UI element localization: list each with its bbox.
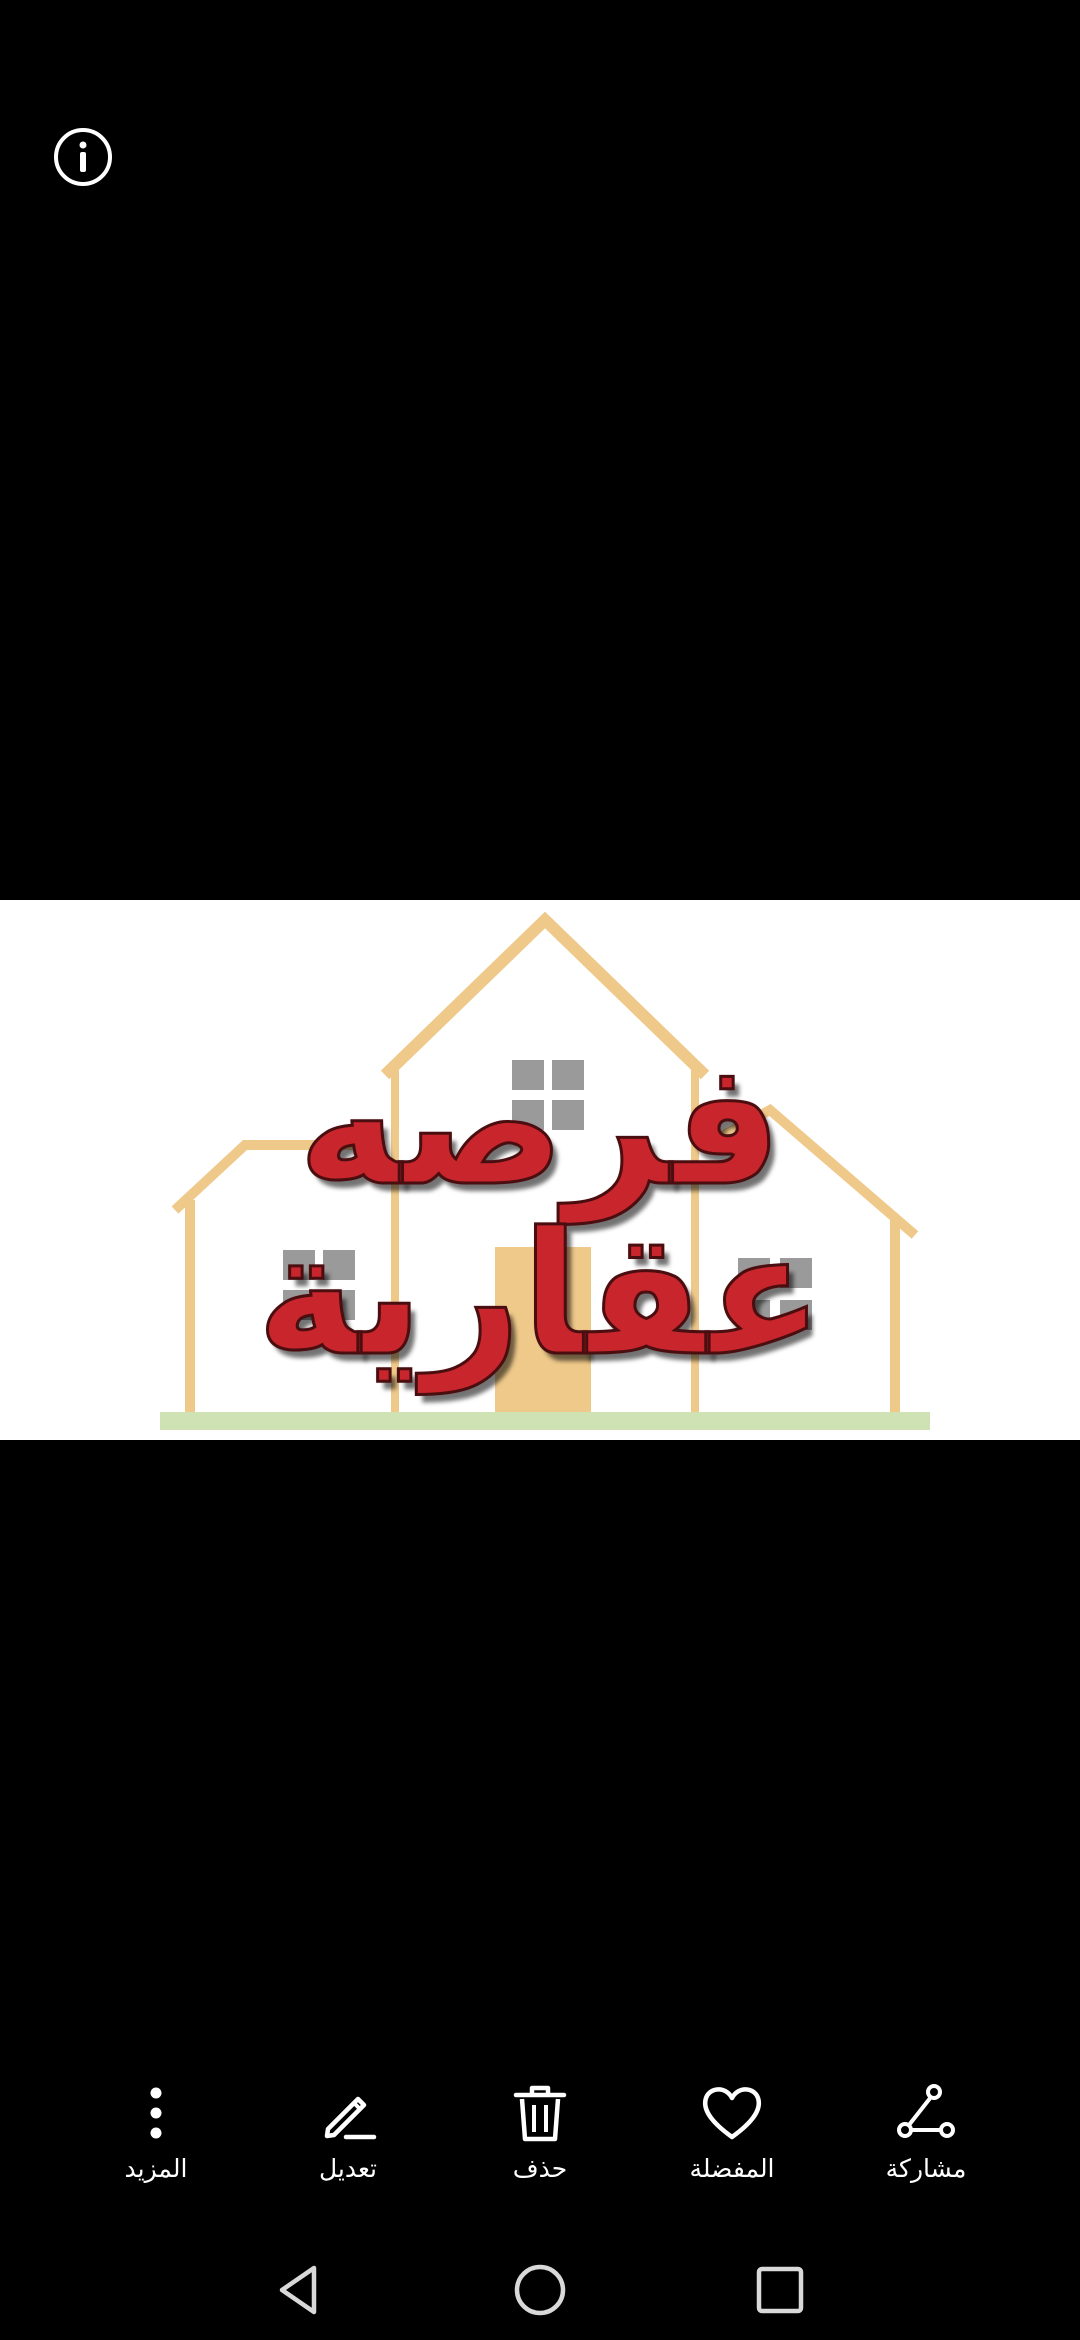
- edit-button[interactable]: تعديل: [268, 2080, 428, 2210]
- share-label: مشاركة: [885, 2154, 967, 2183]
- favorite-label: المفضلة: [689, 2154, 775, 2183]
- share-button[interactable]: مشاركة: [846, 2080, 1006, 2210]
- nav-home-button[interactable]: [502, 2252, 578, 2328]
- action-toolbar: المزيد تعديل حذف المفضلة مشاركة: [0, 2080, 1080, 2210]
- more-label: المزيد: [124, 2154, 188, 2183]
- system-nav-bar: [0, 2240, 1080, 2340]
- heart-icon: [702, 2087, 762, 2140]
- more-vertical-icon: [150, 2087, 162, 2139]
- favorite-button[interactable]: المفضلة: [652, 2080, 812, 2210]
- nav-recents-button[interactable]: [742, 2252, 818, 2328]
- photo-image[interactable]: فرصه عقارية: [0, 900, 1080, 1440]
- share-icon: [897, 2084, 955, 2138]
- edit-pencil-icon: [324, 2096, 377, 2140]
- gallery-viewer: فرصه عقارية المزيد تعديل حذف المفضلة مشا…: [0, 0, 1080, 2340]
- delete-label: حذف: [512, 2154, 568, 2183]
- trash-icon: [513, 2085, 567, 2142]
- info-button[interactable]: [50, 124, 116, 190]
- delete-button[interactable]: حذف: [460, 2080, 620, 2210]
- recents-square-icon: [756, 2266, 804, 2314]
- nav-back-button[interactable]: [262, 2252, 338, 2328]
- more-button[interactable]: المزيد: [76, 2080, 236, 2210]
- edit-label: تعديل: [318, 2154, 378, 2183]
- home-circle-icon: [514, 2264, 566, 2316]
- back-triangle-icon: [279, 2265, 317, 2315]
- info-circle-icon: [54, 128, 112, 186]
- photo-caption-text: فرصه عقارية: [255, 1026, 824, 1394]
